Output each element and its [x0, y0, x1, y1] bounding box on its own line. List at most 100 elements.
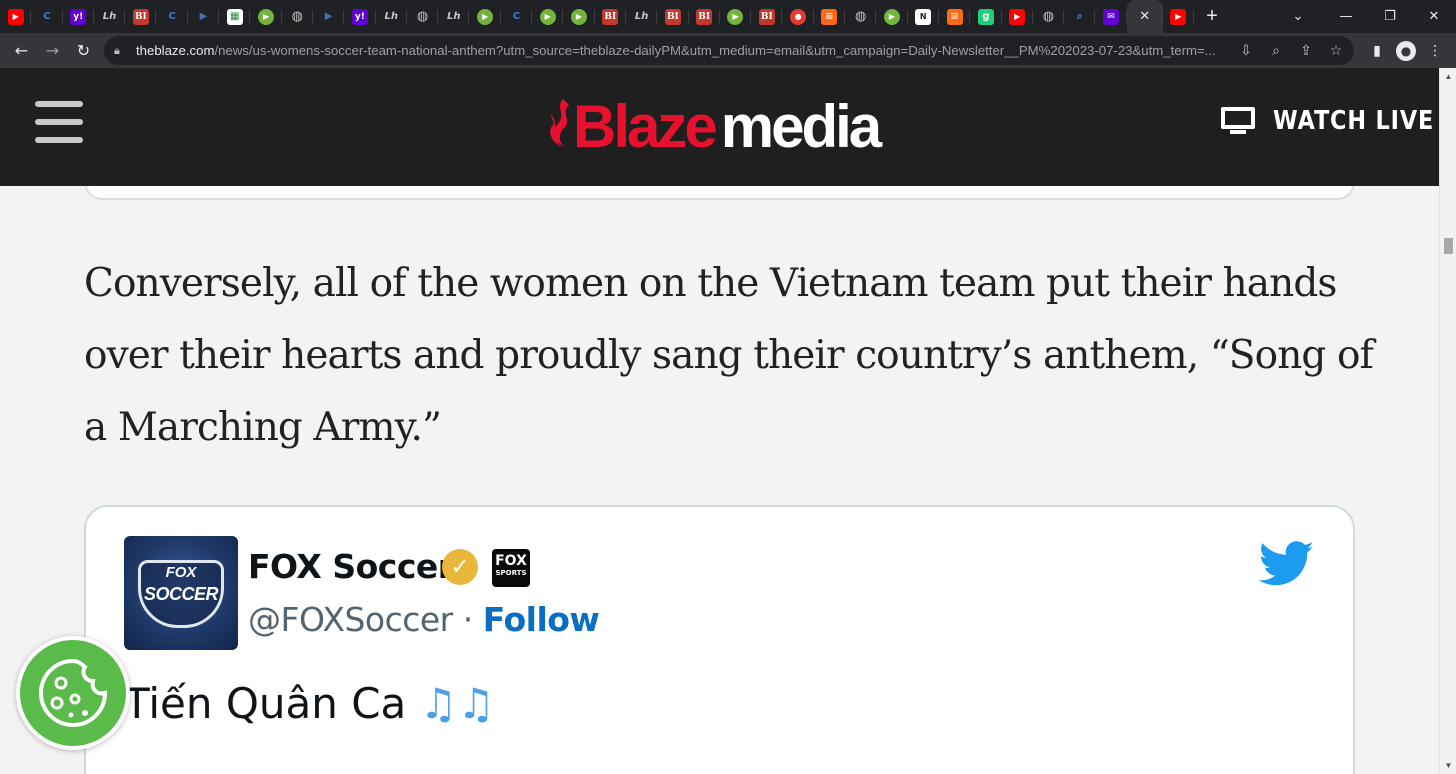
tweet-text: Tiến Quân Ca ♫♫ [124, 679, 495, 728]
news-icon: N [915, 8, 932, 25]
install-app-icon[interactable]: ⇩ [1236, 43, 1256, 59]
profile-avatar-icon[interactable]: ● [1396, 40, 1416, 61]
back-arrow-icon[interactable]: ← [6, 37, 37, 65]
twitter-bird-icon[interactable] [1259, 541, 1315, 587]
zoom-icon[interactable]: ⌕ [1266, 43, 1286, 59]
close-window-icon[interactable]: ✕ [1412, 0, 1456, 33]
page-scrollbar[interactable]: ▲ ▼ [1439, 68, 1456, 774]
tweet-embed[interactable]: FOX SOCCER FOX Soccer ✓ FOX SPORTS @FOXS… [84, 505, 1355, 774]
tab-list: ▶ Cy! Lh BI C ▶ ▦ ▶ ◍ ▶ y! Lh ◍ Lh ▶ C ▶ ▶ BI Lh BI BI ▶ BI ● ≡ ◍ ▶… [0, 0, 1127, 33]
business-insider-icon: BI [602, 8, 619, 25]
browser-tab[interactable]: ▶ [313, 0, 345, 33]
bookmark-arrow-icon: ▶ [199, 11, 208, 22]
browser-tab[interactable]: N [908, 0, 940, 33]
tab-search-chevron-icon[interactable]: ⌄ [1272, 0, 1324, 33]
browser-tab[interactable]: BI [595, 0, 627, 33]
rumble-icon: ▶ [477, 8, 494, 25]
browser-tab[interactable]: ▶ [876, 0, 908, 33]
business-insider-icon: BI [132, 8, 149, 25]
microphone-icon: ● [790, 8, 807, 25]
shield-c-icon: C [512, 11, 521, 22]
address-bar-actions: ⇩ ⌕ ⇪ ☆ [1236, 36, 1346, 65]
browser-tab[interactable]: ▶ [250, 0, 282, 33]
avatar[interactable]: FOX SOCCER [124, 536, 238, 650]
browser-tab[interactable]: Lh [438, 0, 470, 33]
avatar-fox-text: FOX [165, 564, 197, 581]
tv-icon [1221, 107, 1255, 135]
browser-tab[interactable]: ▶ [0, 0, 32, 33]
substack-icon: ≡ [821, 8, 838, 25]
tab-active[interactable]: ✕ [1126, 0, 1163, 33]
browser-tab[interactable]: BI [125, 0, 157, 33]
address-bar[interactable]: 🔒︎ theblaze.com/news/us-womens-soccer-te… [104, 36, 1354, 65]
url-host: theblaze.com [136, 43, 215, 58]
watch-live-button[interactable]: WATCH LIVE [1221, 106, 1433, 136]
musical-notes-icon: ♫♫ [419, 679, 495, 728]
gab-icon: g [977, 8, 994, 25]
rumble-icon: ▶ [539, 8, 556, 25]
browser-tab[interactable]: ◍ [407, 0, 439, 33]
browser-tab[interactable]: ≡ [939, 0, 971, 33]
scrollbar-thumb[interactable] [1444, 238, 1453, 254]
globe-icon: ◍ [1042, 9, 1055, 24]
fox-sports-affiliate-icon[interactable]: FOX SPORTS [492, 549, 530, 587]
hamburger-menu-icon[interactable] [35, 101, 83, 143]
browser-tab[interactable]: ▶ [1002, 0, 1034, 33]
browser-tab[interactable]: Lh [94, 0, 126, 33]
reload-icon[interactable]: ↻ [68, 37, 99, 65]
toolbar-right: ▮ ● ⋮ [1364, 36, 1448, 65]
scroll-up-arrow-icon[interactable]: ▲ [1440, 68, 1456, 85]
browser-tab[interactable]: BI [657, 0, 689, 33]
browser-tab[interactable]: BI [689, 0, 721, 33]
browser-tab[interactable]: C [31, 0, 63, 33]
shield-c-icon: C [43, 11, 51, 22]
browser-tab[interactable]: ▶ [188, 0, 220, 33]
browser-tab[interactable]: ◍ [282, 0, 314, 33]
yahoo-icon: y! [351, 8, 368, 25]
forward-arrow-icon[interactable]: → [37, 37, 68, 65]
browser-tab[interactable]: ◍ [845, 0, 877, 33]
tweet-handle[interactable]: @FOXSoccer [248, 600, 453, 639]
lock-icon[interactable]: 🔒︎ [114, 44, 128, 58]
tweet-author-name[interactable]: FOX Soccer [248, 547, 454, 586]
tab-youtube[interactable]: ▶ [1163, 0, 1195, 33]
browser-tab[interactable]: BI [751, 0, 783, 33]
share-icon[interactable]: ⇪ [1296, 43, 1316, 59]
follow-link[interactable]: Follow [483, 600, 600, 639]
browser-tab[interactable]: ◍ [1033, 0, 1065, 33]
blaze-media-logo[interactable]: Blaze media [549, 92, 882, 160]
browser-tab[interactable]: Lh [626, 0, 658, 33]
browser-tab[interactable]: ▶ [469, 0, 502, 33]
verified-badge-icon: ✓ [442, 549, 478, 585]
side-panel-icon[interactable]: ▮ [1364, 38, 1390, 64]
browser-tab[interactable]: ● [782, 0, 815, 33]
bookmark-star-icon[interactable]: ☆ [1326, 43, 1346, 59]
sheets-icon: ▦ [226, 8, 243, 25]
new-tab-button[interactable]: + [1194, 0, 1230, 33]
browser-tab[interactable]: ⌕ [1064, 0, 1096, 33]
browser-tab[interactable]: ✉ [1095, 0, 1127, 33]
browser-tab[interactable]: g [970, 0, 1002, 33]
browser-tab[interactable]: ▶ [720, 0, 752, 33]
url-text[interactable]: theblaze.com/news/us-womens-soccer-team-… [136, 43, 1226, 58]
minimize-icon[interactable]: — [1324, 0, 1368, 33]
cookie-consent-button[interactable] [16, 636, 130, 750]
business-insider-icon: BI [758, 8, 775, 25]
browser-tab[interactable]: y! [63, 0, 95, 33]
browser-tab[interactable]: ▦ [219, 0, 251, 33]
scroll-down-arrow-icon[interactable]: ▼ [1440, 757, 1456, 774]
restore-icon[interactable]: ❐ [1368, 0, 1412, 33]
browser-tab[interactable]: ▶ [532, 0, 564, 33]
separator-dot: · [462, 600, 474, 639]
browser-tab[interactable]: ≡ [814, 0, 846, 33]
browser-tab[interactable]: C [501, 0, 533, 33]
wsj-icon: Lh [634, 11, 649, 22]
browser-tab[interactable]: C [156, 0, 189, 33]
browser-tab[interactable]: ▶ [563, 0, 595, 33]
bookmark-arrow-icon: ▶ [324, 11, 333, 22]
close-tab-icon[interactable]: ✕ [1137, 9, 1153, 25]
browser-tab[interactable]: Lh [376, 0, 408, 33]
browser-menu-icon[interactable]: ⋮ [1422, 38, 1448, 64]
browser-tab[interactable]: y! [344, 0, 376, 33]
flame-icon [550, 99, 569, 147]
